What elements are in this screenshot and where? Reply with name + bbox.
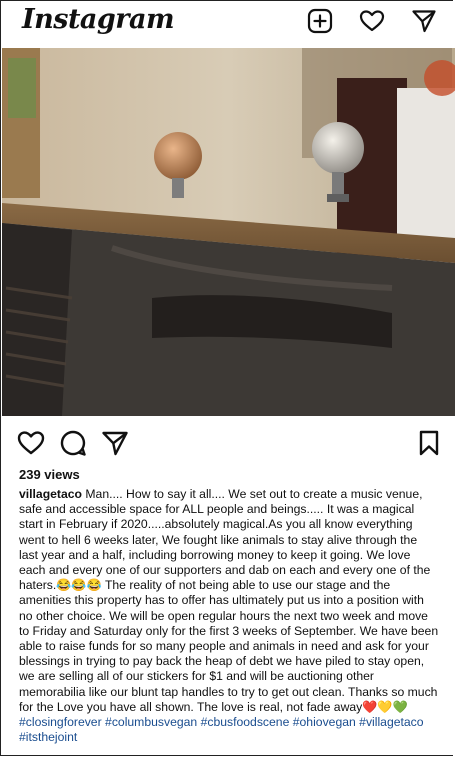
heart-icon[interactable]: [358, 7, 386, 35]
direct-message-icon[interactable]: [410, 7, 438, 35]
heart-icon[interactable]: [16, 428, 46, 458]
hashtag-link[interactable]: #villagetaco: [359, 715, 423, 729]
post-actions: [0, 420, 455, 464]
post-video[interactable]: [2, 48, 455, 416]
bookmark-icon[interactable]: [414, 428, 444, 458]
hashtag-link[interactable]: #columbusvegan: [105, 715, 197, 729]
top-bar: Instagram: [0, 0, 455, 44]
hashtag-link[interactable]: #ohiovegan: [293, 715, 356, 729]
hashtag-link[interactable]: #itsthejoint: [19, 730, 77, 744]
post-caption: villagetaco Man.... How to say it all...…: [19, 487, 439, 745]
view-count: 239 views: [19, 467, 80, 482]
caption-text: Man.... How to say it all.... We set out…: [19, 487, 439, 714]
post-video-frame: [2, 48, 455, 416]
instagram-logo[interactable]: Instagram: [22, 4, 175, 35]
caption-username[interactable]: villagetaco: [19, 487, 82, 501]
new-post-icon[interactable]: [306, 7, 334, 35]
share-icon[interactable]: [100, 428, 130, 458]
hashtag-link[interactable]: #closingforever: [19, 715, 102, 729]
hashtag-link[interactable]: #cbusfoodscene: [201, 715, 290, 729]
comment-icon[interactable]: [58, 428, 88, 458]
